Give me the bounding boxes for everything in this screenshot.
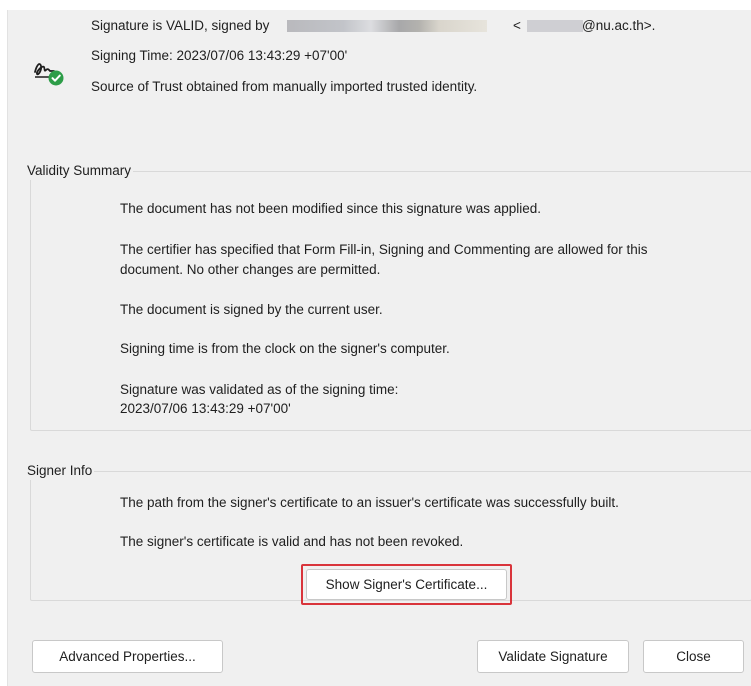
validated-time-text: 2023/07/06 13:43:29 +07'00': [120, 401, 291, 416]
signing-time-source-text: Signing time is from the clock on the si…: [120, 341, 450, 356]
signature-valid-check-icon: [34, 63, 64, 86]
show-signers-certificate-button[interactable]: Show Signer's Certificate...: [306, 569, 507, 600]
certifier-permissions-line2: document. No other changes are permitted…: [120, 262, 381, 277]
trust-source-text: Source of Trust obtained from manually i…: [91, 79, 478, 94]
not-modified-text: The document has not been modified since…: [120, 201, 542, 216]
signature-validation-dialog: Signature is VALID, signed by < @nu.ac.t…: [7, 10, 751, 686]
window-top-edge: [0, 0, 751, 10]
signature-status-text: Signature is VALID, signed by: [91, 18, 270, 33]
redacted-signer-name: [287, 20, 487, 32]
advanced-properties-button[interactable]: Advanced Properties...: [32, 640, 223, 673]
signing-time-text: Signing Time: 2023/07/06 13:43:29 +07'00…: [91, 48, 348, 63]
certificate-path-text: The path from the signer's certificate t…: [120, 495, 619, 510]
validated-as-of-text: Signature was validated as of the signin…: [120, 382, 399, 397]
redacted-email-user: [527, 20, 583, 32]
signer-info-title: Signer Info: [25, 462, 95, 480]
validate-signature-button[interactable]: Validate Signature: [477, 640, 629, 673]
close-button[interactable]: Close: [643, 640, 744, 673]
email-domain: @nu.ac.th>.: [582, 18, 656, 33]
signed-by-current-user-text: The document is signed by the current us…: [120, 302, 383, 317]
email-open-bracket: <: [513, 18, 521, 33]
certificate-valid-text: The signer's certificate is valid and ha…: [120, 534, 464, 549]
certifier-permissions-line1: The certifier has specified that Form Fi…: [120, 242, 648, 257]
validity-summary-title: Validity Summary: [25, 162, 134, 180]
